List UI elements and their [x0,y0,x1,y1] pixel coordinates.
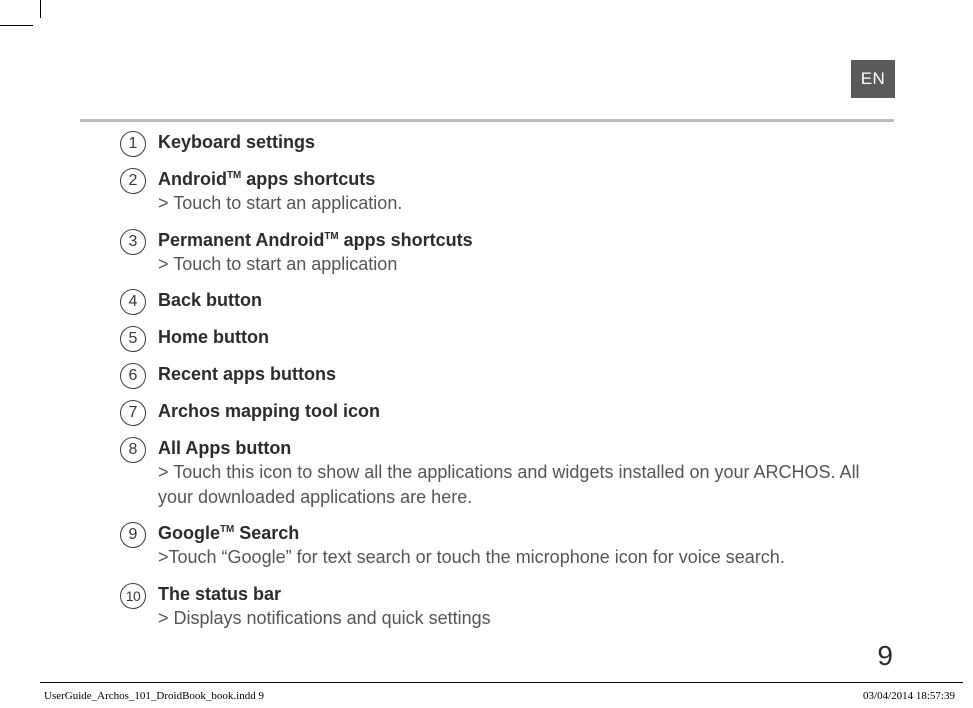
item-number-icon: 4 [120,289,146,315]
footer-timestamp: 03/04/2014 18:57:39 [863,690,955,702]
print-footer: UserGuide_Archos_101_DroidBook_book.indd… [40,682,963,708]
item-text: Permanent AndroidTM apps shortcuts > Tou… [158,228,883,277]
item-number-icon: 8 [120,437,146,463]
item-title: The status bar [158,582,883,606]
item-number-icon: 7 [120,400,146,426]
list-item: 5 Home button [120,325,883,352]
content-list: 1 Keyboard settings 2 AndroidTM apps sho… [120,130,883,642]
list-item: 1 Keyboard settings [120,130,883,157]
footer-filename: UserGuide_Archos_101_DroidBook_book.indd… [44,690,264,702]
item-title: Back button [158,290,262,310]
item-title: AndroidTM apps shortcuts [158,167,883,191]
item-title: All Apps button [158,436,883,460]
list-item: 6 Recent apps buttons [120,362,883,389]
list-item: 4 Back button [120,288,883,315]
item-number-icon: 1 [120,131,146,157]
item-number-icon: 10 [120,583,146,609]
item-title: Keyboard settings [158,132,315,152]
list-item: 9 GoogleTM Search >Touch “Google” for te… [120,521,883,570]
item-title: GoogleTM Search [158,521,883,545]
list-item: 10 The status bar > Displays notificatio… [120,582,883,631]
item-description: > Displays notifications and quick setti… [158,606,883,630]
list-item: 7 Archos mapping tool icon [120,399,883,426]
item-number-icon: 6 [120,363,146,389]
item-description: >Touch “Google” for text search or touch… [158,545,883,569]
item-text: Back button [158,288,883,312]
item-title: Recent apps buttons [158,364,336,384]
list-item: 8 All Apps button > Touch this icon to s… [120,436,883,509]
item-number-icon: 3 [120,229,146,255]
page: EN 1 Keyboard settings 2 AndroidTM apps … [40,25,963,682]
item-title: Archos mapping tool icon [158,401,380,421]
item-number-icon: 5 [120,326,146,352]
item-text: GoogleTM Search >Touch “Google” for text… [158,521,883,570]
item-number-icon: 9 [120,522,146,548]
item-title: Home button [158,327,269,347]
item-description: > Touch this icon to show all the applic… [158,460,883,509]
list-item: 3 Permanent AndroidTM apps shortcuts > T… [120,228,883,277]
item-text: AndroidTM apps shortcuts > Touch to star… [158,167,883,216]
item-text: Keyboard settings [158,130,883,154]
item-title: Permanent AndroidTM apps shortcuts [158,228,883,252]
page-number: 9 [877,640,893,672]
item-text: The status bar > Displays notifications … [158,582,883,631]
language-tab: EN [851,60,895,98]
item-description: > Touch to start an application [158,252,883,276]
item-text: Archos mapping tool icon [158,399,883,423]
item-description: > Touch to start an application. [158,191,883,215]
item-text: Recent apps buttons [158,362,883,386]
item-text: Home button [158,325,883,349]
header-rule [80,119,894,122]
item-text: All Apps button > Touch this icon to sho… [158,436,883,509]
list-item: 2 AndroidTM apps shortcuts > Touch to st… [120,167,883,216]
item-number-icon: 2 [120,168,146,194]
